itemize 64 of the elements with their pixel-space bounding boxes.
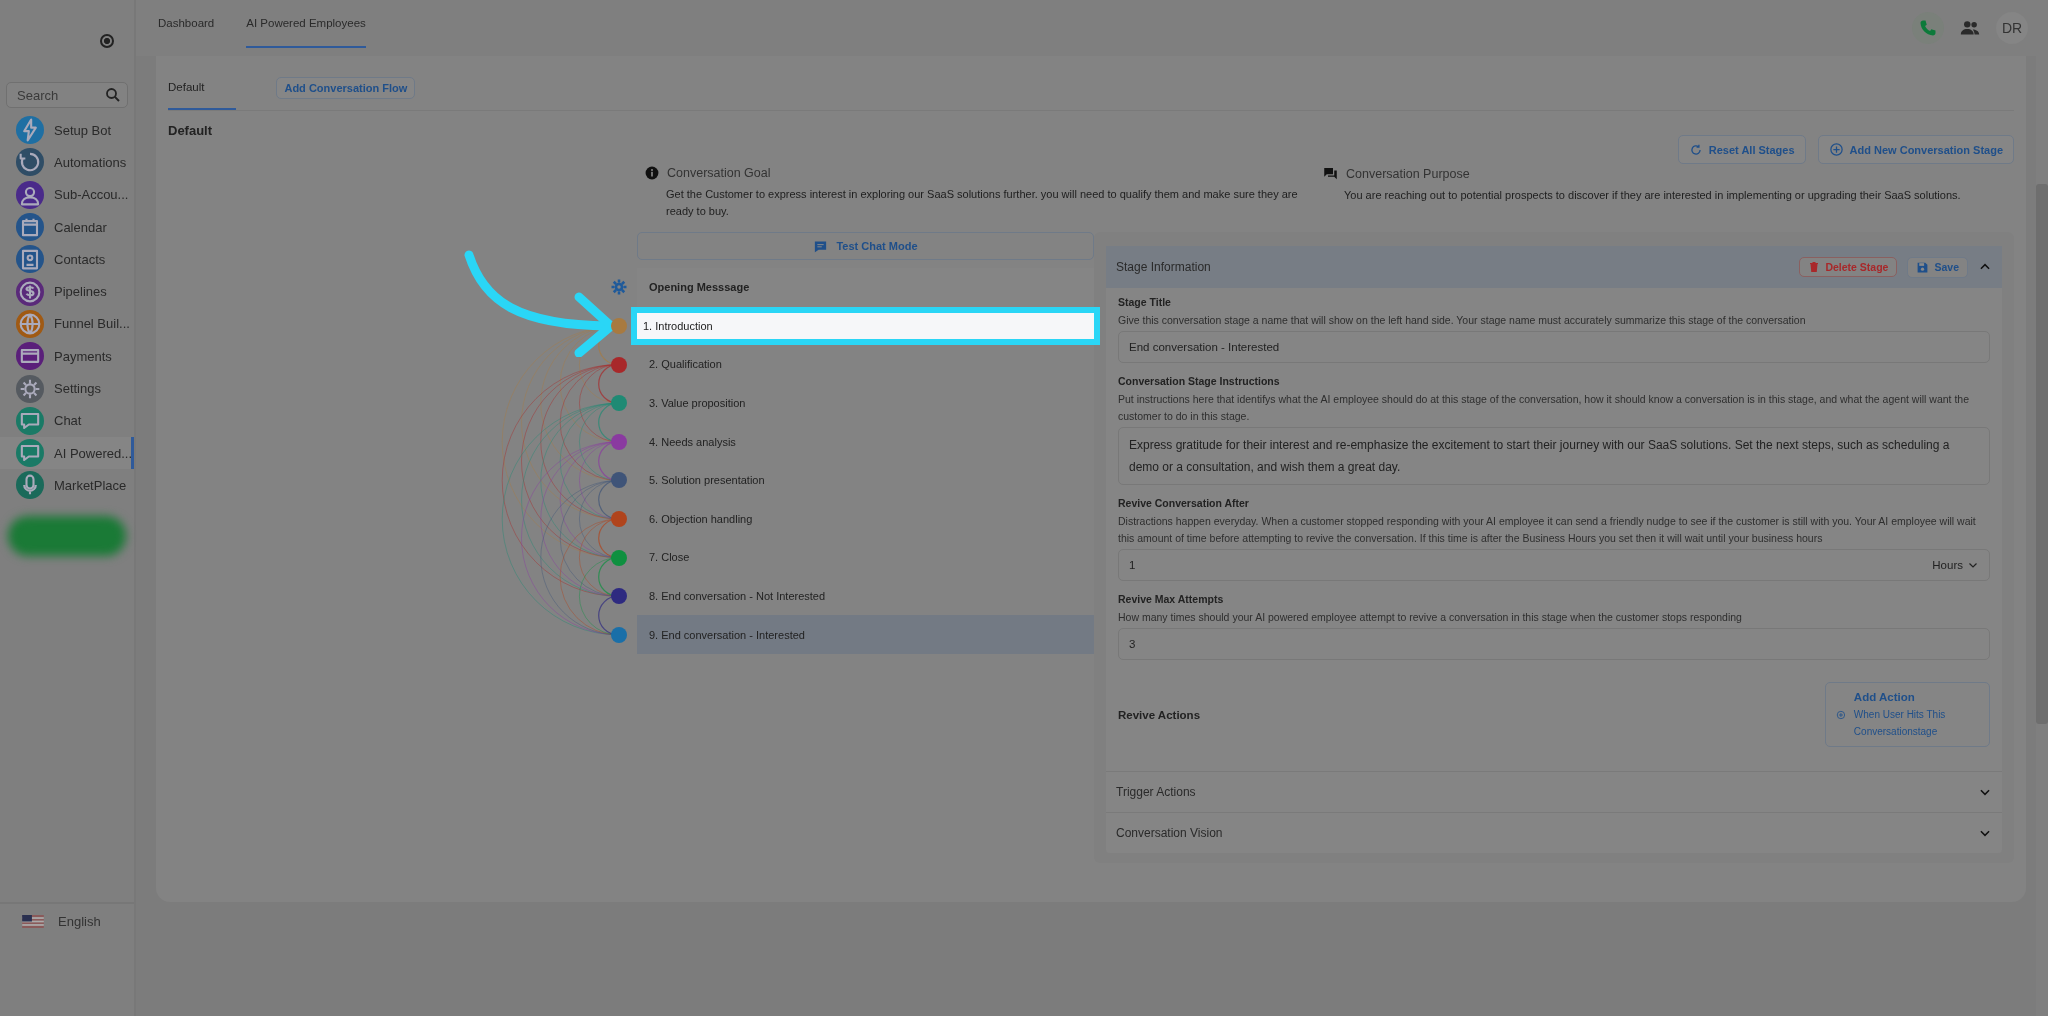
nav-item[interactable]: Funnel Buil... xyxy=(0,307,134,341)
field-hint: Give this conversation stage a name that will show on the left hand side. Your stage name must accurately summarize this stage of the conversation xyxy=(1118,313,1807,328)
nav-item[interactable]: Payments xyxy=(0,340,134,373)
goal-text: Get the Customer to express interest in exploring our SaaS solutions further. you will need to qualify them and make sure they are ready to buy. xyxy=(666,187,1299,219)
add-action-button[interactable]: Add Action When User Hits This Conversationstage xyxy=(1825,682,1990,747)
nav-item[interactable]: Calendar xyxy=(0,210,134,244)
add-flow-button[interactable]: Add Conversation Flow xyxy=(276,77,416,99)
nav-item[interactable]: Chat xyxy=(0,404,134,437)
stage-item[interactable]: 8. End conversation - Not Interested xyxy=(637,576,1094,616)
flow-title: Default xyxy=(168,123,213,138)
goal-title: Conversation Goal xyxy=(667,166,771,180)
field-label: Stage Title xyxy=(1118,296,1172,308)
stage-item[interactable]: 9. End conversation - Interested xyxy=(637,615,1094,654)
nav-item[interactable]: Sub-Accou... xyxy=(0,178,134,211)
nav-item[interactable]: Setup Bot xyxy=(0,114,134,147)
nav-tab[interactable]: Dashboard xyxy=(158,0,215,48)
stage-item[interactable]: 7. Close xyxy=(637,538,1094,577)
stage-item[interactable]: 2. Qualification xyxy=(637,345,1094,384)
field-hint: Put instructions here that identifys what the AI employee should do at this stage of the conversation, how it should know a conversation is in this stage, and what the agent will want the customer to do in this stage. xyxy=(1118,392,1970,424)
field-label: Revive Conversation After xyxy=(1118,497,1250,509)
refresh-icon xyxy=(1688,142,1703,157)
input-field[interactable]: End conversation - Interested xyxy=(1118,331,1990,363)
nav-item[interactable]: MarketPlace xyxy=(0,469,134,502)
purpose-text: You are reaching out to potential prospects to discover if they are interested in implementing or upgrading their SaaS solutions. xyxy=(1344,188,1962,203)
text-area[interactable]: Express gratitude for their interest and re-emphasize the excitement to start their journey with our SaaS solutions. Set the next steps, such as scheduling a demo or a consultation, and wish them a great day. xyxy=(1118,427,1990,485)
field-label: Conversation Stage Instructions xyxy=(1118,375,1281,387)
user-avatar[interactable]: DR xyxy=(1996,12,2028,44)
flow-tab[interactable]: Default xyxy=(168,66,237,110)
revive-actions-label: Revive Actions xyxy=(1118,708,1201,721)
panel-title: Stage Information xyxy=(1116,260,1211,274)
field-label: Revive Max Attempts xyxy=(1118,593,1225,605)
field-hint: How many times should your AI powered employee attempt to revive a conversation in this stage when the customer stops responding xyxy=(1118,610,1743,625)
nav-item[interactable]: Settings xyxy=(0,372,134,405)
stage-item[interactable]: 4. Needs analysis xyxy=(637,422,1094,461)
search-icon[interactable] xyxy=(104,86,122,104)
stage-item[interactable]: 3. Value proposition xyxy=(637,383,1094,423)
radio-icon[interactable] xyxy=(100,34,114,48)
language-selector[interactable]: English xyxy=(0,902,134,932)
nav-item[interactable]: Automations xyxy=(0,146,134,179)
add-stage-button[interactable]: Add New Conversation Stage xyxy=(1817,135,2014,164)
purpose-title: Conversation Purpose xyxy=(1346,166,1470,181)
field-hint: Distractions happen everyday. When a customer stopped responding with your AI employee it can send a friendly nudge to see if the customer is still with you. Your AI employee will wait this amount of time before attempting to revive the conversation. If this time is after the Business Hours you set then it will wait until your business hours xyxy=(1118,514,1977,546)
nav-item[interactable]: Pipelines xyxy=(0,275,134,308)
input-field[interactable]: 3 xyxy=(1118,628,1990,660)
phone-icon xyxy=(1918,18,1938,38)
section-header[interactable]: Conversation Vision xyxy=(1106,812,2002,853)
trash-icon xyxy=(1808,261,1821,273)
input-field[interactable]: 1 xyxy=(1129,559,1136,571)
reset-stages-button[interactable]: Reset All Stages xyxy=(1677,135,1806,164)
save-button[interactable]: Save xyxy=(1907,256,1968,278)
nav-item[interactable]: Contacts xyxy=(0,243,134,276)
nav-tab[interactable]: AI Powered Employees xyxy=(246,0,366,48)
flag-icon xyxy=(22,914,44,928)
chat-bubbles-icon xyxy=(1323,166,1338,181)
stage-item[interactable]: 6. Objection handling xyxy=(637,499,1094,539)
stage-item[interactable]: 1. Introduction xyxy=(631,306,1100,346)
test-chat-button[interactable]: Test Chat Mode xyxy=(637,232,1094,260)
plus-circle-icon xyxy=(1828,142,1844,157)
unit-dropdown[interactable]: Hours xyxy=(1932,559,1979,571)
search-field[interactable]: Search xyxy=(6,82,128,108)
section-header[interactable]: Trigger Actions xyxy=(1106,771,2002,812)
stage-item[interactable]: 5. Solution presentation xyxy=(637,460,1094,500)
info-icon xyxy=(645,166,659,180)
nav-item[interactable]: AI Powered... xyxy=(0,436,134,470)
